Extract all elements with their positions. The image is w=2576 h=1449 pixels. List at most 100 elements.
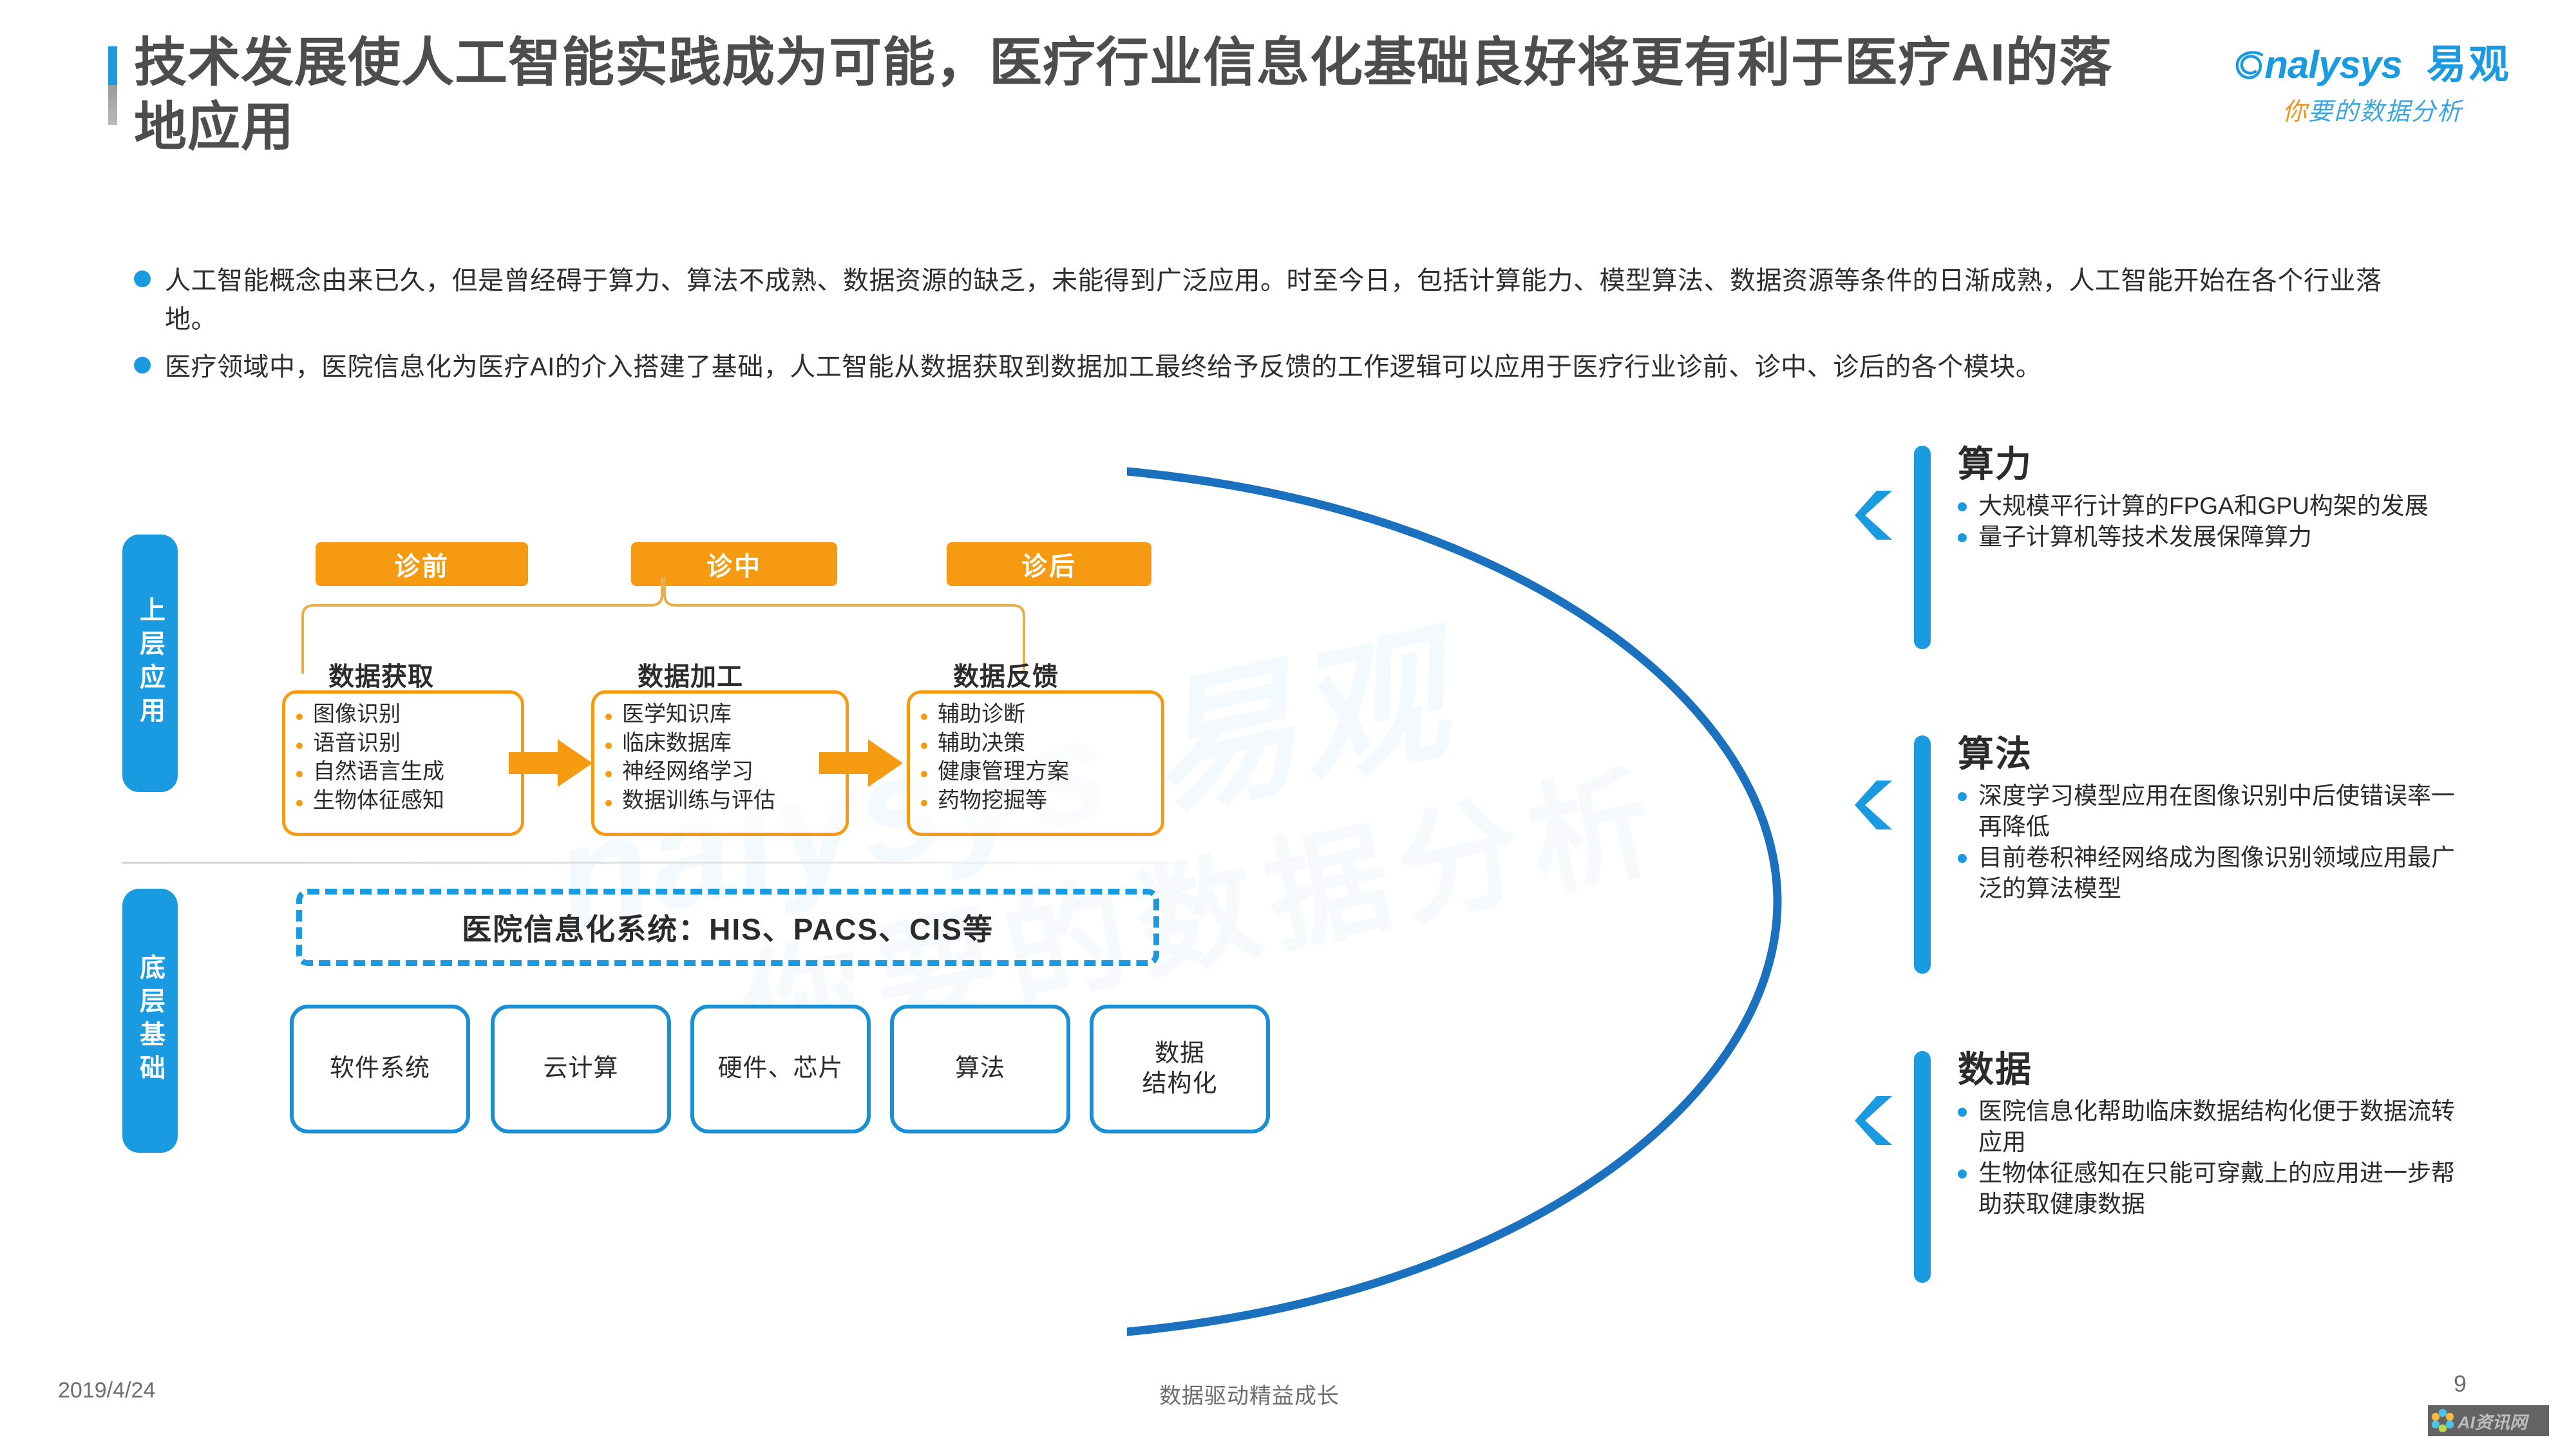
page-number: 9	[2454, 1370, 2467, 1397]
large-blue-bracket-curve	[1127, 467, 1782, 1336]
list-item: 大规模平行计算的FPGA和GPU构架的发展	[1958, 491, 2537, 522]
bullet-dot-icon	[1958, 853, 1967, 863]
analysys-logo: nalysys 易观 你要的数据分析	[2199, 45, 2546, 127]
layer-tab-label: 上层应用	[136, 596, 164, 730]
list-item: 辅助诊断	[921, 701, 1069, 729]
bullet-dot-icon	[921, 742, 927, 749]
pillar-item-text: 生物体征感知在只能可穿戴上的应用进一步帮助获取健康数据	[1978, 1159, 2455, 1217]
logo-tagline: 你要的数据分析	[2199, 91, 2546, 127]
stage-item-label: 辅助诊断	[938, 702, 1025, 726]
pillar-accent-bar	[1914, 735, 1931, 974]
list-item: 语音识别	[296, 730, 444, 758]
architecture-diagram: 上层应用 底层基础 诊前 诊中 诊后 数据获取 图像识别 语音识别 自然语言生成…	[97, 451, 1835, 1352]
list-item: 健康管理方案	[921, 758, 1069, 786]
stage-list-data-acquisition: 图像识别 语音识别 自然语言生成 生物体征感知	[296, 701, 444, 815]
base-card-hardware-chips[interactable]: 硬件、芯片	[690, 1005, 871, 1133]
list-item: 神经网络学习	[605, 758, 775, 786]
chevron-left-icon	[1855, 781, 1892, 829]
pillar-accent-bar	[1914, 446, 1931, 649]
footer-slogan: 数据驱动精益成长	[1159, 1384, 1340, 1408]
bullet-dot-icon	[134, 270, 151, 287]
layer-tab-base-foundation: 底层基础	[122, 889, 178, 1153]
intro-bullet-text: 人工智能概念由来已久，但是曾经碍于算力、算法不成熟、数据资源的缺乏，未能得到广泛…	[165, 267, 2382, 334]
intro-bullet-text: 医疗领域中，医院信息化为医疗AI的介入搭建了基础，人工智能从数据获取到数据加工最…	[165, 353, 2042, 381]
bullet-dot-icon	[296, 714, 303, 720]
bullet-dot-icon	[1958, 1169, 1967, 1179]
bullet-dot-icon	[1958, 791, 1967, 801]
stage-item-label: 图像识别	[313, 702, 401, 726]
pillar-item-text: 目前卷积神经网络成为图像识别领域应用最广泛的算法模型	[1978, 844, 2455, 902]
stage-item-label: 生物体征感知	[313, 788, 444, 813]
pillar-accent-bar	[1914, 1051, 1931, 1283]
layer-tab-upper-application: 上层应用	[122, 535, 178, 792]
footer-date: 2019/4/24	[58, 1378, 156, 1403]
ai-news-watermark-badge: AI资讯网	[2428, 1405, 2549, 1436]
layer-divider	[122, 862, 1179, 864]
title-accent-bar-gray	[108, 85, 117, 125]
bullet-dot-icon	[605, 742, 612, 749]
bullet-dot-icon	[921, 799, 927, 806]
stage-item-label: 临床数据库	[622, 730, 732, 755]
bullet-dot-icon	[296, 742, 303, 749]
pillar-item-text: 深度学习模型应用在图像识别中后使错误率一再降低	[1978, 782, 2455, 840]
base-card-cloud-computing[interactable]: 云计算	[491, 1005, 671, 1133]
flow-arrow-right-icon	[819, 739, 903, 787]
pillar-body: 算法 深度学习模型应用在图像识别中后使错误率一再降低 目前卷积神经网络成为图像识…	[1958, 734, 2537, 904]
base-card-software-system[interactable]: 软件系统	[290, 1005, 470, 1133]
stage-item-label: 医学知识库	[622, 702, 732, 726]
bullet-dot-icon	[296, 799, 303, 806]
stage-list-data-feedback: 辅助诊断 辅助决策 健康管理方案 药物挖掘等	[921, 701, 1069, 815]
list-item: 深度学习模型应用在图像识别中后使错误率一再降低	[1958, 781, 2537, 842]
list-item: 生物体征感知	[296, 787, 444, 815]
list-item: 生物体征感知在只能可穿戴上的应用进一步帮助获取健康数据	[1958, 1158, 2537, 1220]
slide-header: 技术发展使人工智能实践成为可能，医疗行业信息化基础良好将更有利于医疗AI的落地应…	[0, 0, 2576, 245]
bullet-dot-icon	[1958, 1107, 1967, 1117]
stage-item-label: 辅助决策	[938, 730, 1025, 755]
logo-tagline-rest: 要的数据分析	[2308, 99, 2463, 126]
pillar-title: 数据	[1958, 1049, 2032, 1090]
layer-tab-label: 底层基础	[136, 954, 164, 1088]
page-title: 技术发展使人工智能实践成为可能，医疗行业信息化基础良好将更有利于医疗AI的落地应…	[134, 33, 2113, 157]
stage-item-label: 自然语言生成	[313, 759, 444, 784]
hospital-information-system-label: 医院信息化系统：HIS、PACS、CIS等	[462, 913, 994, 946]
bullet-dot-icon	[921, 771, 927, 778]
bullet-dot-icon	[605, 714, 612, 720]
base-card-algorithms[interactable]: 算法	[890, 1005, 1070, 1133]
pillar-item-text: 量子计算机等技术发展保障算力	[1978, 523, 2312, 550]
bullet-dot-icon	[921, 714, 927, 720]
bullet-dot-icon	[605, 771, 612, 778]
list-item: 药物挖掘等	[921, 787, 1069, 815]
list-item: 医疗领域中，医院信息化为医疗AI的介入搭建了基础，人工智能从数据获取到数据加工最…	[134, 348, 2427, 386]
bullet-dot-icon	[296, 771, 303, 778]
pillar-body: 算力 大规模平行计算的FPGA和GPU构架的发展 量子计算机等技术发展保障算力	[1958, 444, 2537, 553]
list-item: 图像识别	[296, 701, 444, 729]
logo-en-text: nalysys	[2264, 43, 2402, 86]
bullet-dot-icon	[134, 357, 151, 374]
pillars-panel: 算力 大规模平行计算的FPGA和GPU构架的发展 量子计算机等技术发展保障算力 …	[1855, 444, 2550, 1391]
flow-arrow-right-icon	[509, 739, 592, 787]
stage-item-label: 数据训练与评估	[622, 788, 775, 813]
stage-item-label: 语音识别	[313, 730, 401, 755]
bullet-dot-icon	[1958, 502, 1967, 511]
logo-tagline-accent: 你	[2282, 99, 2308, 126]
list-item: 目前卷积神经网络成为图像识别领域应用最广泛的算法模型	[1958, 842, 2537, 904]
bullet-dot-icon	[1958, 533, 1967, 542]
watermark-badge-label: AI资讯网	[2458, 1412, 2527, 1432]
stage-title-data-feedback: 数据反馈	[953, 663, 1059, 691]
list-item: 人工智能概念由来已久，但是曾经碍于算力、算法不成熟、数据资源的缺乏，未能得到广泛…	[134, 261, 2427, 339]
list-item: 数据训练与评估	[605, 787, 775, 815]
hospital-information-system-box: 医院信息化系统：HIS、PACS、CIS等	[296, 889, 1159, 966]
pillar-item-text: 大规模平行计算的FPGA和GPU构架的发展	[1978, 492, 2429, 519]
stage-title-data-processing: 数据加工	[638, 663, 743, 691]
chevron-left-icon	[1855, 1096, 1892, 1145]
pillar-title: 算力	[1958, 444, 2032, 484]
pillar-item-text: 医院信息化帮助临床数据结构化便于数据流转应用	[1978, 1097, 2455, 1155]
intro-bullet-list: 人工智能概念由来已久，但是曾经碍于算力、算法不成熟、数据资源的缺乏，未能得到广泛…	[134, 261, 2427, 395]
stage-list-data-processing: 医学知识库 临床数据库 神经网络学习 数据训练与评估	[605, 701, 775, 815]
logo-cn-text: 易观	[2426, 43, 2512, 87]
list-item: 医学知识库	[605, 701, 775, 729]
list-item: 量子计算机等技术发展保障算力	[1958, 522, 2537, 553]
flower-logo-icon	[2431, 1408, 2454, 1433]
chevron-left-icon	[1855, 491, 1892, 540]
title-accent-bar-blue	[108, 46, 117, 85]
